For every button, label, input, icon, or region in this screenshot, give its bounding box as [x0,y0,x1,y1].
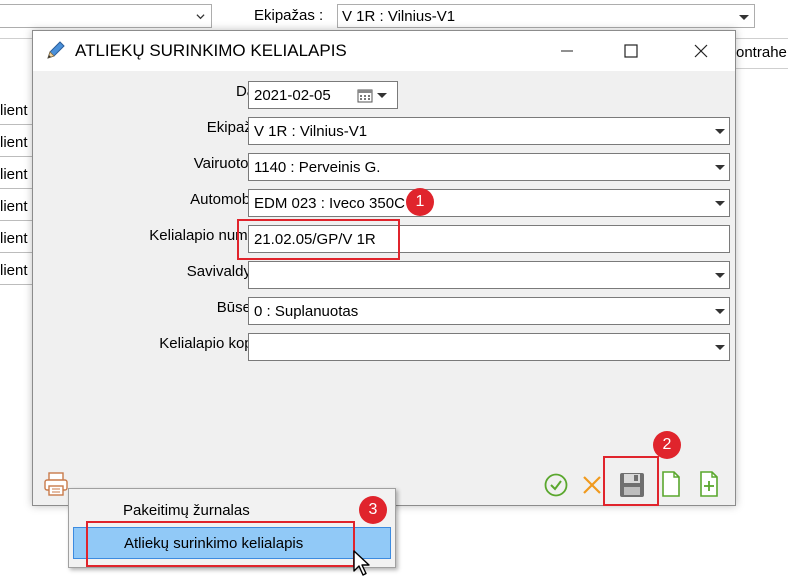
cancel-x-icon[interactable] [581,474,603,496]
table-row[interactable]: lient [0,230,28,247]
table-row[interactable]: lient [0,166,28,183]
new-document-icon[interactable] [659,470,683,498]
confirm-check-icon[interactable] [543,472,569,498]
row-divider [0,220,32,221]
row-divider [0,188,32,189]
date-value: 2021-02-05 [254,87,331,104]
highlight-kelialapio-numeris [237,219,400,260]
pencil-icon [47,41,65,59]
dropdown-arrow-icon [715,273,725,278]
chevron-down-icon [196,14,205,20]
annotation-badge-2: 2 [653,431,681,459]
table-row[interactable]: lient [0,134,28,151]
automobilis-select[interactable]: EDM 023 : Iveco 350C V [248,189,730,217]
row-divider [0,156,32,157]
background-header-bottom [736,68,788,69]
mouse-cursor-icon [353,550,370,576]
printer-icon[interactable] [42,471,70,497]
calendar-icon[interactable] [357,88,373,103]
background-ekipazas-label: Ekipažas : [254,7,324,24]
maximize-icon[interactable] [623,43,639,59]
menu-item-label: Pakeitimų žurnalas [123,502,250,519]
dialog-title: ATLIEKŲ SURINKIMO KELIALAPIS [75,41,347,60]
row-divider [0,284,32,285]
dropdown-arrow-icon [715,165,725,170]
dropdown-arrow-icon [715,345,725,350]
close-icon[interactable] [693,43,709,59]
minimize-icon[interactable] [559,43,575,59]
table-row[interactable]: lient [0,262,28,279]
automobilis-value: EDM 023 : Iveco 350C V [254,195,420,212]
busena-select[interactable]: 0 : Suplanuotas [248,297,730,325]
kelialapis-dialog: ATLIEKŲ SURINKIMO KELIALAPIS Data : 2021… [32,30,736,506]
row-divider [0,252,32,253]
row-divider [0,124,32,125]
vairuotojas-value: 1140 : Perveinis G. [254,159,381,176]
dropdown-arrow-icon [739,15,749,20]
background-combo-left[interactable] [0,4,212,28]
background-ekipazas-combo[interactable]: V 1R : Vilnius-V1 [337,4,755,28]
date-dropdown-arrow-icon[interactable] [377,93,387,98]
ekipazas-value: V 1R : Vilnius-V1 [254,123,368,140]
annotation-badge-3: 3 [359,496,387,524]
highlight-menu-item [86,521,355,567]
date-picker[interactable]: 2021-02-05 [248,81,398,109]
annotation-badge-1: 1 [406,188,434,216]
table-row[interactable]: lient [0,102,28,119]
table-row[interactable]: lient [0,198,28,215]
dropdown-arrow-icon [715,129,725,134]
busena-value: 0 : Suplanuotas [254,303,359,320]
dropdown-arrow-icon [715,309,725,314]
savivaldybe-select[interactable] [248,261,730,289]
ekipazas-select[interactable]: V 1R : Vilnius-V1 [248,117,730,145]
vairuotojas-select[interactable]: 1140 : Perveinis G. [248,153,730,181]
background-kontrahentas-header: ontrahe [736,44,787,61]
add-document-icon[interactable] [697,470,721,498]
dialog-titlebar[interactable]: ATLIEKŲ SURINKIMO KELIALAPIS [33,31,735,71]
kelialapio-kopija-select[interactable] [248,333,730,361]
background-ekipazas-value: V 1R : Vilnius-V1 [342,8,456,25]
highlight-save-button [603,456,659,506]
dropdown-arrow-icon [715,201,725,206]
